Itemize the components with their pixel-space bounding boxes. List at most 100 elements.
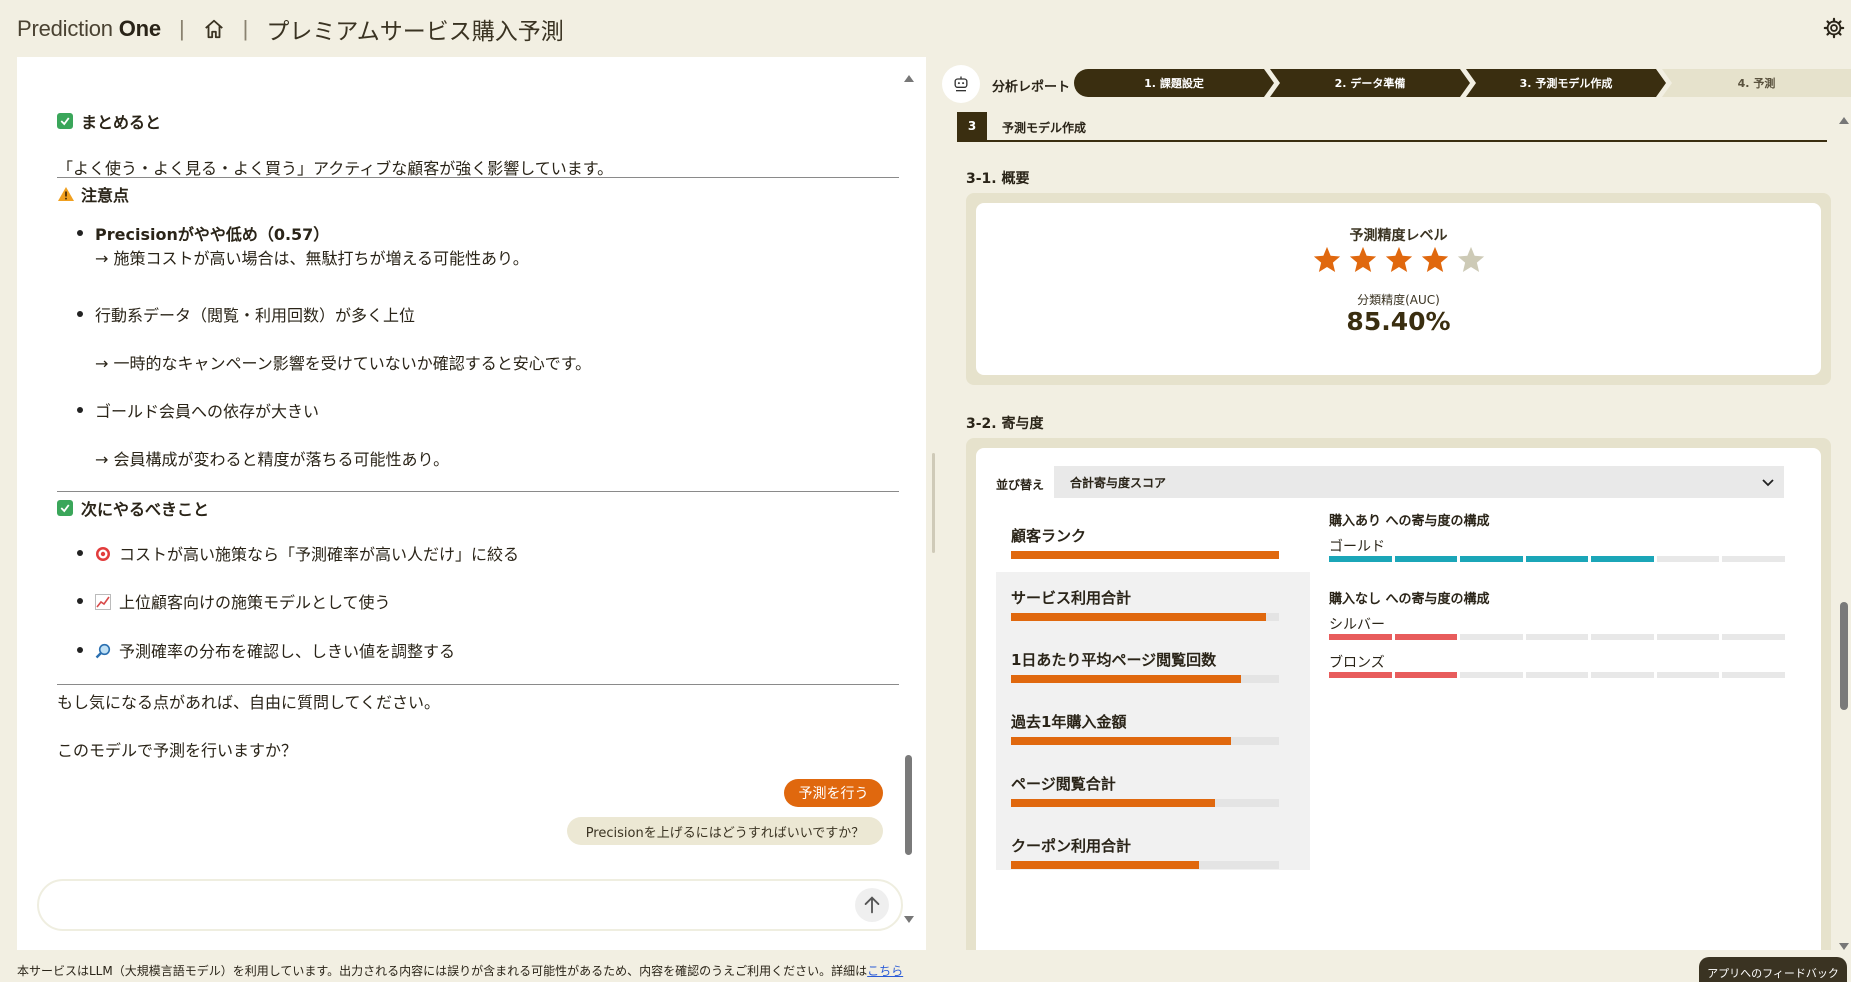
closing-text: もし気になる点があれば、自由に質問してください。: [57, 693, 441, 712]
composition-segment: [1525, 634, 1589, 640]
scroll-thumb[interactable]: [905, 755, 912, 855]
star-filled-icon: [1349, 246, 1376, 272]
next-steps-heading: 次にやるべきこと: [57, 496, 209, 520]
chat-scrollbar[interactable]: [904, 75, 914, 923]
gear-icon[interactable]: [1823, 17, 1845, 39]
section-name: 予測モデル作成: [1002, 121, 1087, 135]
feature-item[interactable]: 顧客ランク: [996, 510, 1310, 572]
feature-name: 顧客ランク: [1011, 527, 1087, 545]
composition-title: 購入なし への寄与度の構成: [1329, 592, 1490, 607]
chat-messages: まとめると 「よく使う・よく見る・よく買う」アクティブな顧客が強く影響しています…: [37, 57, 899, 837]
arrow-up-icon: [864, 896, 880, 914]
feature-bar-track: [1011, 861, 1279, 869]
report-scrollbar[interactable]: [1839, 117, 1849, 950]
bullet: [77, 407, 83, 413]
feature-item[interactable]: サービス利用合計: [996, 572, 1310, 634]
composition-segment: [1722, 556, 1786, 562]
step-4[interactable]: 4. 予測: [1662, 69, 1851, 97]
details-link[interactable]: こちら: [867, 964, 903, 978]
star-filled-icon: [1421, 246, 1448, 272]
home-icon[interactable]: [203, 18, 225, 40]
composition-bar: [1329, 556, 1786, 562]
feature-item[interactable]: ページ閲覧合計: [996, 758, 1310, 820]
feature-name: 過去1年購入金額: [1011, 713, 1127, 731]
next-step-item: コストが高い施策なら「予測確率が高い人だけ」に絞る: [95, 541, 519, 565]
robot-icon: [942, 65, 980, 103]
feature-item[interactable]: 過去1年購入金額: [996, 696, 1310, 758]
feature-item[interactable]: 1日あたり平均ページ閲覧回数: [996, 634, 1310, 696]
composition-label: シルバー: [1329, 617, 1385, 633]
progress-steps: 1. 課題設定 2. データ準備 3. 予測モデル作成 4. 予測: [1074, 69, 1851, 97]
section-number: 3: [957, 112, 987, 140]
caution-heading: 注意点: [57, 182, 129, 206]
brand-logo[interactable]: Prediction One: [17, 16, 161, 42]
scroll-thumb[interactable]: [1840, 602, 1848, 710]
composition-segment: [1394, 634, 1458, 640]
disclaimer: 本サービスはLLM（大規模言語モデル）を利用しています。出力される内容には誤りが…: [17, 964, 904, 978]
composition-segment: [1329, 634, 1392, 640]
feature-bar: [1011, 675, 1242, 683]
page-title: プレミアムサービス購入予測: [266, 19, 564, 45]
divider: [57, 491, 899, 492]
composition-segment: [1460, 634, 1523, 640]
feature-item[interactable]: クーポン利用合計: [996, 820, 1310, 870]
chart-up-icon: [95, 594, 111, 610]
report-panel: 分析レポート 1. 課題設定 2. データ準備 3. 予測モデル作成 4. 予測…: [942, 57, 1851, 950]
feature-name: ページ閲覧合計: [1011, 775, 1116, 793]
bullet: [77, 598, 83, 604]
scroll-up-arrow[interactable]: [904, 75, 914, 82]
composition-segment: [1656, 634, 1720, 640]
feature-list: 顧客ランクサービス利用合計 1日あたり平均ページ閲覧回数 過去1年購入金額 ページ閲覧…: [996, 510, 1310, 870]
panel-resize-handle[interactable]: [932, 453, 935, 553]
suggested-question-button[interactable]: Precisionを上げるにはどうすればいいですか？: [567, 817, 883, 845]
rating-stars: [976, 245, 1821, 275]
composition-segment: [1525, 556, 1589, 562]
feature-name: 1日あたり平均ページ閲覧回数: [1011, 651, 1217, 669]
composition-segment: [1329, 556, 1392, 562]
accuracy-card: 予測精度レベル 分類精度(AUC) 85.40%: [976, 203, 1821, 375]
sort-select[interactable]: 合計寄与度スコア: [1054, 466, 1784, 498]
composition-segment: [1525, 672, 1589, 678]
feature-bar-track: [1011, 613, 1279, 621]
overview-card: 予測精度レベル 分類精度(AUC) 85.40%: [966, 193, 1831, 385]
divider: [57, 684, 899, 685]
auc-value: 85.40%: [1346, 307, 1451, 336]
step-1[interactable]: 1. 課題設定: [1074, 69, 1274, 97]
composition-segment: [1591, 634, 1654, 640]
composition-label: ブロンズ: [1329, 655, 1385, 671]
send-button[interactable]: [855, 888, 889, 922]
bullet: [77, 647, 83, 653]
chat-input[interactable]: [37, 879, 903, 931]
divider: [57, 177, 899, 178]
composition-segment: [1460, 556, 1523, 562]
overview-heading: 3-1. 概要: [966, 171, 1030, 187]
scroll-down-arrow[interactable]: [904, 916, 914, 923]
sort-selected-value: 合計寄与度スコア: [1070, 475, 1167, 490]
bullet: [77, 230, 83, 236]
caution-item-sub: → 施策コストが高い場合は、無駄打ちが増える可能性あり。: [95, 249, 529, 268]
feature-bar-track: [1011, 799, 1279, 807]
caution-item-main: ゴールド会員への依存が大きい: [95, 402, 320, 421]
composition-segment: [1329, 672, 1392, 678]
contribution-card: 並び替え 合計寄与度スコア 顧客ランク サービス利用合計 1日あたり平均ページ閲覧回…: [966, 438, 1831, 950]
feature-bar: [1011, 737, 1231, 745]
accuracy-level-label: 予測精度レベル: [1349, 228, 1448, 244]
bullet: [77, 550, 83, 556]
feature-bar: [1011, 799, 1215, 807]
star-filled-icon: [1313, 246, 1340, 272]
summary-text: 「よく使う・よく見る・よく買う」アクティブな顧客が強く影響しています。: [57, 159, 614, 178]
next-step-item: 上位顧客向けの施策モデルとして使う: [95, 589, 391, 613]
scroll-up-arrow[interactable]: [1839, 117, 1849, 124]
composition-segment: [1656, 556, 1720, 562]
header-separator: |: [178, 16, 185, 41]
step-3[interactable]: 3. 予測モデル作成: [1466, 69, 1666, 97]
composition-segment: [1591, 672, 1654, 678]
feedback-button[interactable]: アプリへのフィードバック: [1699, 957, 1847, 982]
composition-label: ゴールド: [1329, 539, 1385, 555]
predict-button[interactable]: 予測を行う: [784, 779, 883, 807]
composition-segment: [1394, 556, 1458, 562]
check-icon: [57, 500, 73, 516]
caution-item-main: 行動系データ（閲覧・利用回数）が多く上位: [95, 306, 416, 325]
step-2[interactable]: 2. データ準備: [1270, 69, 1470, 97]
scroll-down-arrow[interactable]: [1839, 943, 1849, 950]
